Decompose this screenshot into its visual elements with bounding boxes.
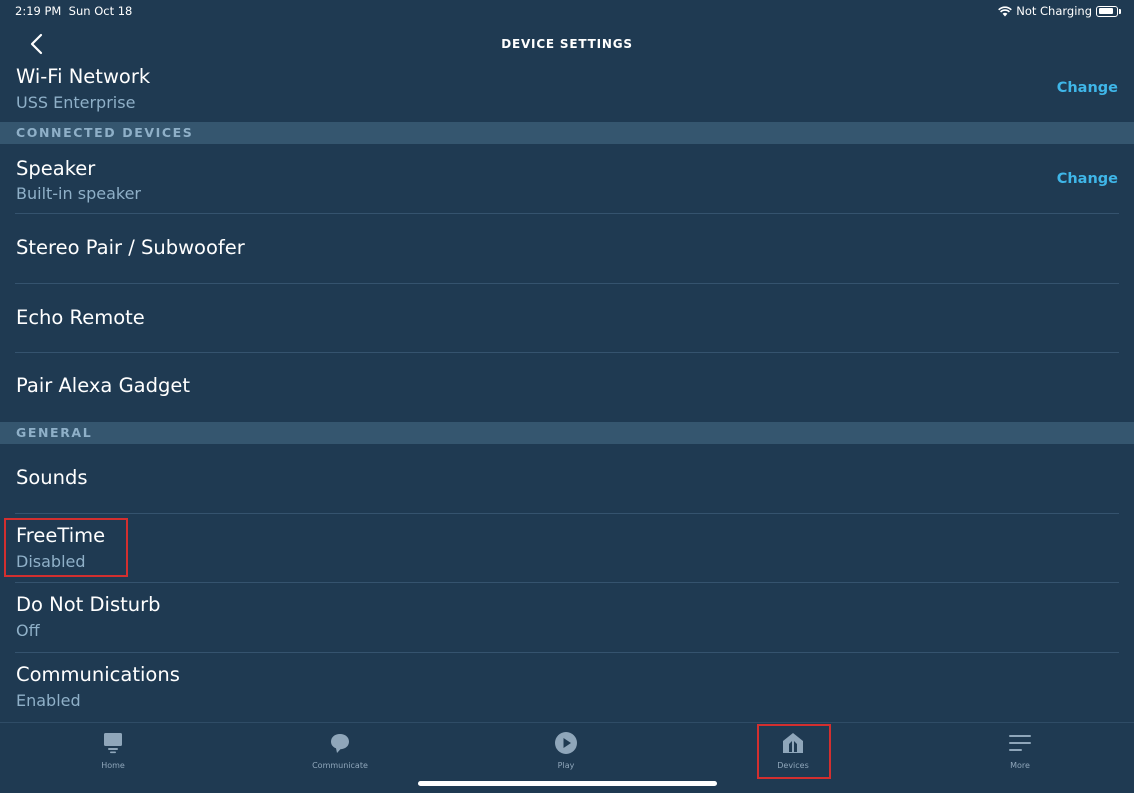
stereo-pair-title: Stereo Pair / Subwoofer — [16, 236, 245, 259]
charging-status: Not Charging — [1016, 4, 1092, 18]
devices-icon — [783, 733, 803, 753]
do-not-disturb-row[interactable]: Do Not Disturb Off — [0, 583, 1134, 653]
home-indicator[interactable] — [418, 781, 717, 786]
battery-icon — [1096, 5, 1121, 17]
speaker-value: Built-in speaker — [16, 184, 141, 203]
tab-more[interactable]: More — [907, 723, 1133, 793]
home-icon — [104, 733, 122, 754]
page-title: DEVICE SETTINGS — [501, 37, 633, 51]
do-not-disturb-title: Do Not Disturb — [16, 593, 161, 616]
communications-row[interactable]: Communications Enabled — [0, 653, 1134, 722]
communications-value: Enabled — [16, 691, 81, 710]
communications-title: Communications — [16, 663, 180, 686]
stereo-pair-row[interactable]: Stereo Pair / Subwoofer — [0, 214, 1134, 284]
status-right: Not Charging — [998, 4, 1121, 18]
speaker-title: Speaker — [16, 157, 96, 180]
wifi-network-value: USS Enterprise — [16, 93, 136, 112]
status-date-text: Sun Oct 18 — [68, 4, 133, 18]
freetime-row[interactable]: FreeTime Disabled — [0, 514, 1134, 583]
echo-remote-row[interactable]: Echo Remote — [0, 284, 1134, 353]
tab-label: Play — [557, 761, 575, 770]
tab-label: Communicate — [312, 761, 368, 770]
wifi-network-row[interactable]: Wi-Fi Network USS Enterprise Change — [0, 62, 1134, 122]
do-not-disturb-value: Off — [16, 621, 40, 640]
wifi-change-button[interactable]: Change — [1057, 80, 1118, 96]
wifi-network-title: Wi-Fi Network — [16, 65, 151, 88]
freetime-title: FreeTime — [16, 524, 106, 547]
wifi-icon — [998, 5, 1013, 16]
section-title-general: GENERAL — [16, 425, 93, 440]
echo-remote-title: Echo Remote — [16, 306, 145, 329]
section-title-connected-devices: CONNECTED DEVICES — [16, 125, 194, 140]
nav-header: DEVICE SETTINGS — [0, 22, 1134, 66]
freetime-value: Disabled — [16, 552, 86, 571]
menu-icon — [1009, 735, 1031, 751]
status-time-text: 2:19 PM — [15, 4, 62, 18]
tab-label: Home — [101, 761, 125, 770]
status-time: 2:19 PM Sun Oct 18 — [15, 4, 132, 18]
play-icon — [555, 732, 577, 754]
tab-home[interactable]: Home — [0, 723, 226, 793]
sounds-row[interactable]: Sounds — [0, 444, 1134, 514]
sounds-title: Sounds — [16, 466, 88, 489]
pair-gadget-row[interactable]: Pair Alexa Gadget — [0, 353, 1134, 422]
pair-gadget-title: Pair Alexa Gadget — [16, 374, 191, 397]
speaker-change-button[interactable]: Change — [1057, 171, 1118, 187]
section-header-general: GENERAL — [0, 422, 1134, 444]
chat-bubble-icon — [331, 734, 349, 753]
tab-label: Devices — [777, 761, 809, 770]
status-bar: 2:19 PM Sun Oct 18 Not Charging — [0, 0, 1134, 22]
section-header-connected-devices: CONNECTED DEVICES — [0, 122, 1134, 144]
tab-label: More — [1010, 761, 1030, 770]
speaker-row[interactable]: Speaker Built-in speaker Change — [0, 144, 1134, 214]
